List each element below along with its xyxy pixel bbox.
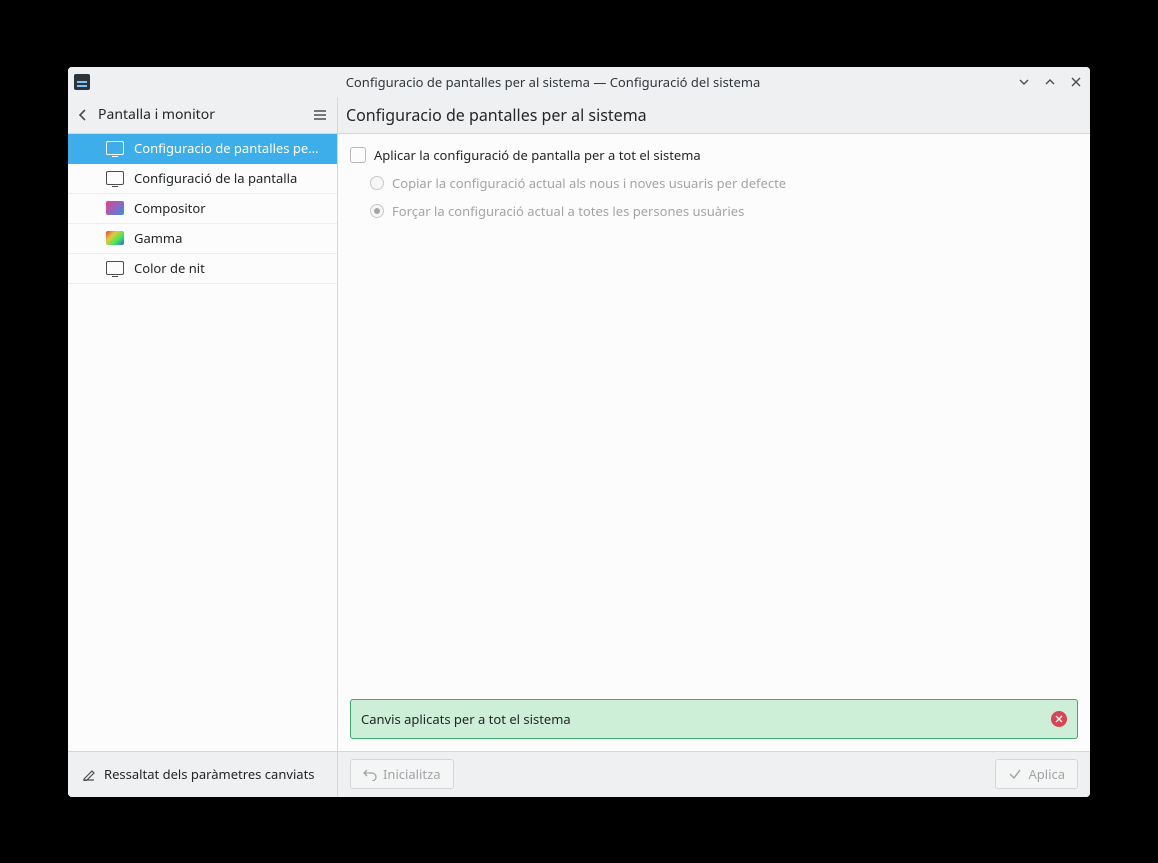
compositor-icon <box>106 201 124 215</box>
radio-force-config[interactable] <box>370 204 384 218</box>
sidebar-item-label: Configuracio de pantalles pe… <box>134 139 318 157</box>
minimize-button[interactable] <box>1016 74 1032 90</box>
apply-button[interactable]: Aplica <box>995 759 1078 789</box>
sidebar-item-label: Configuració de la pantalla <box>134 169 297 187</box>
chevron-up-icon <box>1044 76 1056 88</box>
undo-icon <box>363 767 377 781</box>
settings-window: Configuracio de pantalles per al sistema… <box>68 67 1090 797</box>
menu-button[interactable] <box>311 106 329 124</box>
close-icon <box>1070 76 1082 88</box>
gamma-icon <box>106 231 124 245</box>
app-icon <box>74 74 90 90</box>
reset-button[interactable]: Inicialitza <box>350 759 454 789</box>
display-icon <box>106 141 124 155</box>
form-area: Aplicar la configuració de pantalla per … <box>350 146 1078 691</box>
sidebar-header: Pantalla i monitor <box>68 97 337 133</box>
page-title: Configuracio de pantalles per al sistema <box>338 97 1090 133</box>
radio-force-row: Forçar la configuració actual a totes le… <box>370 202 1078 220</box>
check-icon <box>1008 767 1022 781</box>
notification-banner: Canvis aplicats per a tot el sistema <box>350 699 1078 739</box>
apply-systemwide-checkbox[interactable] <box>350 147 366 163</box>
radio-copy-row: Copiar la configuració actual als nous i… <box>370 174 1078 192</box>
sidebar-list: Configuracio de pantalles pe… Configurac… <box>68 133 337 751</box>
radio-copy-config[interactable] <box>370 176 384 190</box>
sidebar-item-label: Compositor <box>134 199 206 217</box>
main-footer: Inicialitza Aplica <box>338 751 1090 797</box>
chevron-left-icon <box>76 108 90 122</box>
content: Pantalla i monitor Configuracio de panta… <box>68 97 1090 797</box>
maximize-button[interactable] <box>1042 74 1058 90</box>
sidebar-item-compositor[interactable]: Compositor <box>68 194 337 224</box>
display-icon <box>106 171 124 185</box>
titlebar: Configuracio de pantalles per al sistema… <box>68 67 1090 97</box>
back-button[interactable] <box>76 108 90 122</box>
close-icon <box>1055 715 1063 723</box>
sidebar-item-night-color[interactable]: Color de nit <box>68 254 337 284</box>
main-body: Aplicar la configuració de pantalla per … <box>338 133 1090 751</box>
apply-systemwide-label: Aplicar la configuració de pantalla per … <box>374 146 701 164</box>
hamburger-icon <box>311 106 329 124</box>
radio-copy-label: Copiar la configuració actual als nous i… <box>392 174 786 192</box>
notification-close-button[interactable] <box>1051 711 1067 727</box>
sidebar-item-label: Color de nit <box>134 259 205 277</box>
apply-button-label: Aplica <box>1028 765 1065 783</box>
sidebar-item-label: Gamma <box>134 229 182 247</box>
breadcrumb[interactable]: Pantalla i monitor <box>98 105 303 124</box>
window-title: Configuracio de pantalles per al sistema… <box>96 73 1010 91</box>
reset-button-label: Inicialitza <box>383 765 441 783</box>
close-button[interactable] <box>1068 74 1084 90</box>
sidebar-item-gamma[interactable]: Gamma <box>68 224 337 254</box>
highlight-changed-button[interactable]: Ressaltat dels paràmetres canviats <box>68 751 337 797</box>
apply-systemwide-row: Aplicar la configuració de pantalla per … <box>350 146 1078 164</box>
display-icon <box>106 261 124 275</box>
chevron-down-icon <box>1018 76 1030 88</box>
highlight-changed-label: Ressaltat dels paràmetres canviats <box>104 765 315 783</box>
radio-force-label: Forçar la configuració actual a totes le… <box>392 202 744 220</box>
sidebar-item-display-config[interactable]: Configuració de la pantalla <box>68 164 337 194</box>
notification-text: Canvis aplicats per a tot el sistema <box>361 710 1051 728</box>
window-controls <box>1016 74 1084 90</box>
sidebar: Pantalla i monitor Configuracio de panta… <box>68 97 338 797</box>
highlight-icon <box>82 767 96 781</box>
sidebar-item-system-screens[interactable]: Configuracio de pantalles pe… <box>68 134 337 164</box>
main-panel: Configuracio de pantalles per al sistema… <box>338 97 1090 797</box>
